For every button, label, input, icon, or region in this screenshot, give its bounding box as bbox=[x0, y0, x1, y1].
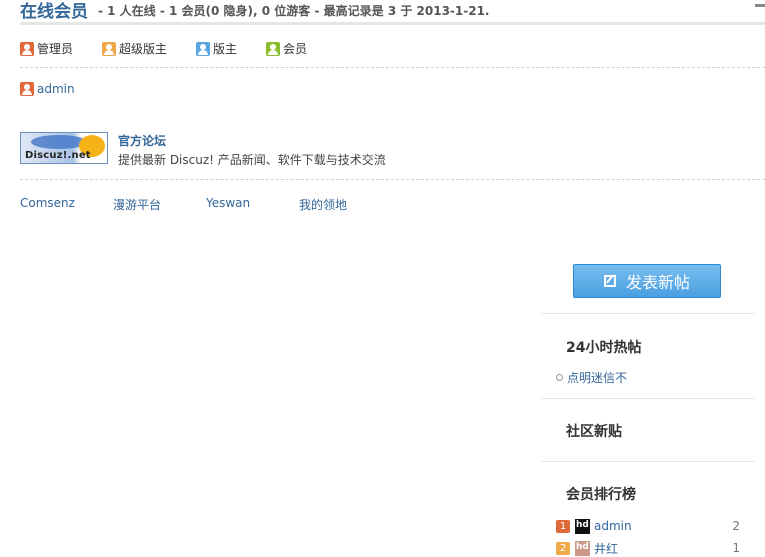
collapse-icon[interactable] bbox=[755, 4, 765, 7]
rank-count: 1 bbox=[732, 541, 740, 555]
rank-member-link[interactable]: admin bbox=[594, 519, 632, 533]
online-members-title[interactable]: 在线会员 bbox=[20, 0, 88, 22]
list-item: 点明迷信不 bbox=[556, 369, 627, 386]
table-row: 1 admin 2 bbox=[556, 518, 740, 534]
rank-number: 2 bbox=[556, 541, 570, 555]
friend-forum-block: Discuz!.net 官方论坛 提供最新 Discuz! 产品新闻、软件下载与… bbox=[20, 132, 765, 180]
online-members-list: admin bbox=[20, 82, 765, 96]
bullet-icon bbox=[556, 374, 563, 381]
member-link-admin[interactable]: admin bbox=[37, 82, 75, 96]
link-my-territory[interactable]: 我的领地 bbox=[299, 196, 347, 213]
legend-label: 超级版主 bbox=[119, 42, 168, 56]
member-user-icon bbox=[266, 41, 280, 56]
friend-forum-name[interactable]: 官方论坛 bbox=[118, 132, 166, 149]
table-row: 2 井红 1 bbox=[556, 540, 740, 556]
moderator-user-icon bbox=[196, 41, 210, 56]
discuz-logo[interactable]: Discuz!.net bbox=[20, 132, 108, 164]
rank-member-link[interactable]: 井红 bbox=[594, 540, 618, 557]
edit-icon bbox=[603, 275, 616, 287]
avatar[interactable] bbox=[575, 518, 590, 534]
logo-text: Discuz!.net bbox=[25, 150, 91, 161]
super-moderator-user-icon bbox=[102, 41, 116, 56]
link-yeswan[interactable]: Yeswan bbox=[206, 196, 250, 210]
rank-count: 2 bbox=[732, 519, 740, 533]
legend-label: 会员 bbox=[283, 42, 308, 56]
list-item: admin bbox=[20, 82, 765, 96]
avatar[interactable] bbox=[575, 540, 590, 556]
admin-user-icon bbox=[20, 41, 34, 56]
hot-posts-title: 24小时热帖 bbox=[566, 340, 642, 356]
divider bbox=[541, 461, 755, 462]
legend-item-super-moderator: 超级版主 bbox=[102, 40, 167, 57]
member-ranking-title: 会员排行榜 bbox=[566, 487, 636, 503]
online-members-header: 在线会员 - 1 人在线 - 1 会员(0 隐身), 0 位游客 - 最高记录是… bbox=[20, 0, 765, 25]
new-post-button[interactable]: 发表新帖 bbox=[573, 264, 721, 298]
new-post-label: 发表新帖 bbox=[625, 273, 690, 292]
divider bbox=[541, 398, 755, 399]
legend-label: 管理员 bbox=[37, 42, 74, 56]
legend-item-member: 会员 bbox=[266, 40, 307, 57]
divider bbox=[541, 313, 755, 314]
rank-number: 1 bbox=[556, 519, 570, 533]
link-comsenz[interactable]: Comsenz bbox=[20, 196, 75, 210]
link-manyou[interactable]: 漫游平台 bbox=[113, 196, 161, 213]
legend-item-moderator: 版主 bbox=[196, 40, 237, 57]
legend-item-admin: 管理员 bbox=[20, 40, 73, 57]
user-group-legend: 管理员 超级版主 版主 会员 bbox=[20, 40, 765, 68]
legend-label: 版主 bbox=[213, 42, 238, 56]
hot-post-link[interactable]: 点明迷信不 bbox=[567, 369, 627, 386]
new-posts-title: 社区新贴 bbox=[566, 424, 622, 440]
online-stats-text: - 1 人在线 - 1 会员(0 隐身), 0 位游客 - 最高记录是 3 于 … bbox=[98, 4, 490, 18]
friend-forum-description: 提供最新 Discuz! 产品新闻、软件下载与技术交流 bbox=[118, 153, 386, 167]
admin-user-icon bbox=[20, 82, 34, 96]
